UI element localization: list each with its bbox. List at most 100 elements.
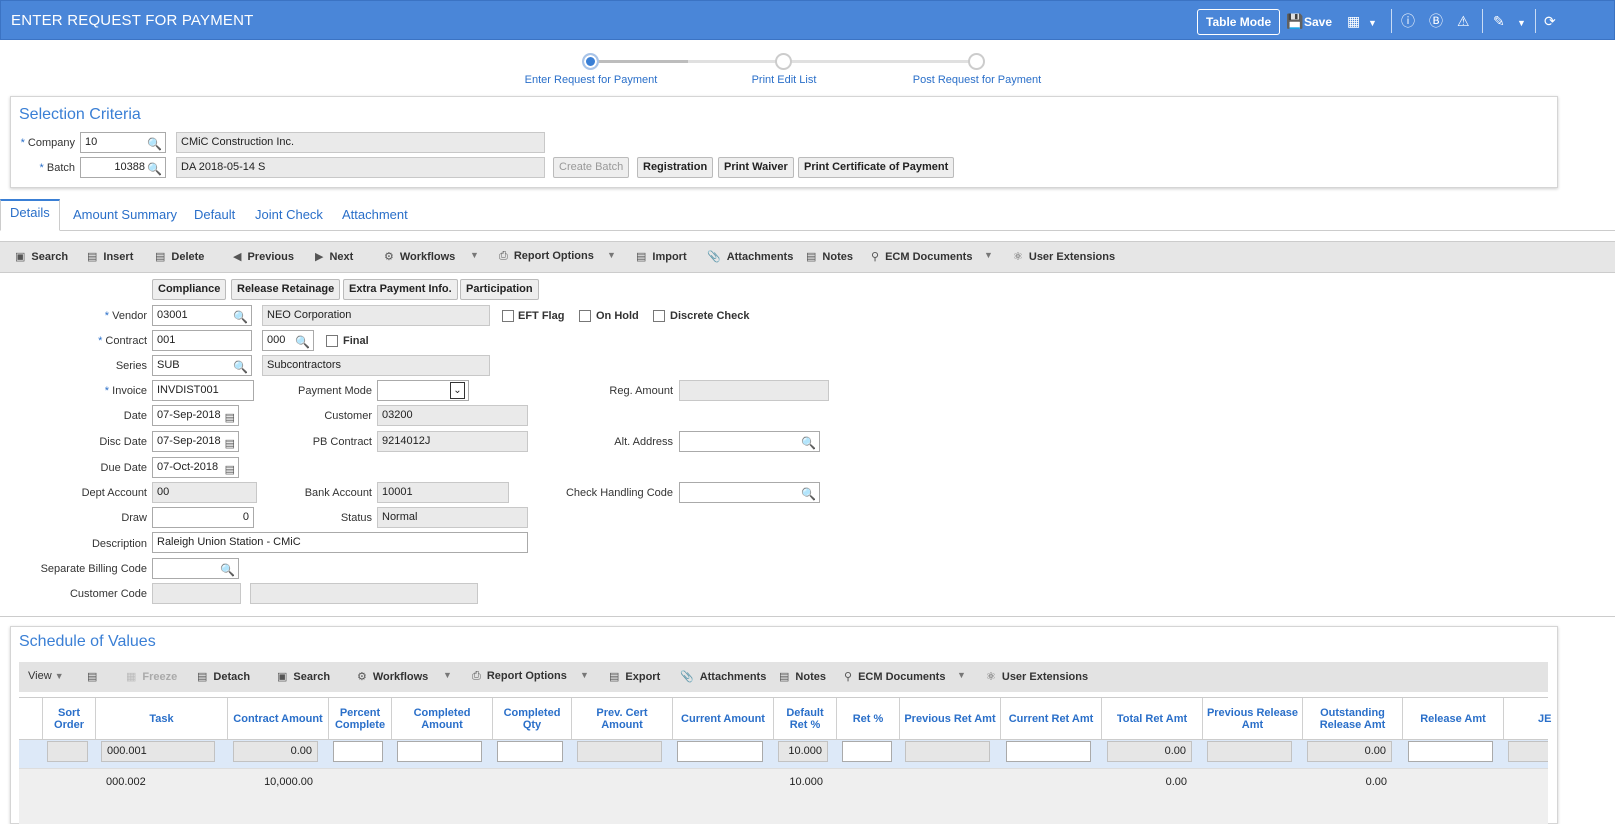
print-menu-icon[interactable]: ▦ — [1347, 13, 1360, 29]
col-current-amount[interactable]: Current Amount — [673, 698, 774, 739]
step-dot-3[interactable] — [968, 53, 985, 70]
discrete-check-checkbox[interactable] — [653, 310, 665, 322]
col-total-ret-amt[interactable]: Total Ret Amt — [1102, 698, 1203, 739]
chevron-down-icon[interactable]: ▼ — [1368, 15, 1377, 31]
chevron-down-icon[interactable]: ▼ — [984, 250, 993, 260]
current-amount-input[interactable] — [677, 741, 763, 762]
col-outstanding-release-amt[interactable]: Outstanding Release Amt — [1303, 698, 1403, 739]
notes-button[interactable]: ▤ Notes — [806, 250, 853, 263]
search-icon[interactable]: 🔍 — [147, 135, 162, 152]
calendar-icon[interactable]: ▤ — [225, 435, 235, 451]
col-previous-ret-amt[interactable]: Previous Ret Amt — [900, 698, 1001, 739]
participation-button[interactable]: Participation — [460, 279, 539, 300]
report-options-button[interactable]: ⎙ Report Options — [499, 250, 594, 263]
user-extensions-button[interactable]: ⚛ User Extensions — [1013, 250, 1115, 263]
tab-amount-summary[interactable]: Amount Summary — [73, 207, 177, 223]
on-hold-checkbox[interactable] — [579, 310, 591, 322]
freeze-button[interactable]: ▦ Freeze — [126, 670, 177, 683]
disc-date-input[interactable]: 07-Sep-2018 ▤ — [152, 431, 239, 452]
format-icon[interactable]: ▤ — [87, 670, 103, 683]
ret-pct-input[interactable] — [842, 741, 892, 762]
step-label-3[interactable]: Post Request for Payment — [877, 74, 1077, 86]
sov-notes-button[interactable]: ▤ Notes — [779, 670, 826, 683]
due-date-input[interactable]: 07-Oct-2018 ▤ — [152, 457, 239, 478]
invoice-input[interactable]: INVDIST001 — [152, 380, 254, 401]
draw-input[interactable]: 0 — [152, 507, 254, 528]
delete-button[interactable]: ▤ Delete — [155, 250, 204, 263]
series-input[interactable]: SUB 🔍 — [152, 355, 252, 376]
col-completed-amount[interactable]: Completed Amount — [392, 698, 493, 739]
col-current-ret-amt[interactable]: Current Ret Amt — [1001, 698, 1102, 739]
check-handling-input[interactable]: 🔍 — [679, 482, 820, 503]
step-label-2[interactable]: Print Edit List — [684, 74, 884, 86]
table-mode-button[interactable]: Table Mode — [1197, 9, 1281, 35]
info-icon[interactable]: ⓘ — [1401, 13, 1415, 29]
release-retainage-button[interactable]: Release Retainage — [231, 279, 341, 300]
insert-button[interactable]: ▤ Insert — [87, 250, 133, 263]
search-icon[interactable]: 🔍 — [295, 333, 310, 350]
sov-report-options-button[interactable]: ⎙ Report Options — [472, 670, 567, 683]
search-button[interactable]: ▣ Search — [15, 250, 68, 263]
date-input[interactable]: 07-Sep-2018 ▤ — [152, 405, 239, 426]
contract-input[interactable]: 001 — [152, 330, 252, 351]
search-icon[interactable]: 🔍 — [801, 485, 816, 502]
extra-payment-info-button[interactable]: Extra Payment Info. — [343, 279, 458, 300]
col-je[interactable]: JE — [1504, 698, 1551, 739]
export-button[interactable]: ▤ Export — [609, 670, 660, 683]
tab-default[interactable]: Default — [194, 207, 235, 223]
chevron-down-icon[interactable]: ▼ — [580, 670, 589, 680]
completed-amount-input[interactable] — [397, 741, 482, 762]
tab-joint-check[interactable]: Joint Check — [255, 207, 323, 223]
vendor-input[interactable]: 03001 🔍 — [152, 305, 252, 326]
sov-workflows-button[interactable]: ⚙ Workflows — [357, 670, 428, 683]
workflows-button[interactable]: ⚙ Workflows — [384, 250, 455, 263]
save-icon[interactable]: 💾 — [1286, 13, 1303, 29]
contract-sub-input[interactable]: 000 🔍 — [262, 330, 314, 351]
chevron-down-icon[interactable]: ▼ — [443, 670, 452, 680]
alt-address-input[interactable]: 🔍 — [679, 431, 820, 452]
description-input[interactable]: Raleigh Union Station - CMiC — [152, 532, 528, 553]
current-ret-amt-input[interactable] — [1006, 741, 1091, 762]
completed-qty-input[interactable] — [497, 741, 563, 762]
step-dot-2[interactable] — [775, 53, 792, 70]
col-release-amt[interactable]: Release Amt — [1403, 698, 1504, 739]
percent-complete-input[interactable] — [333, 741, 383, 762]
attachments-button[interactable]: 📎 Attachments — [707, 250, 793, 263]
create-batch-button[interactable]: Create Batch — [553, 157, 630, 178]
sov-attachments-button[interactable]: 📎 Attachments — [680, 670, 766, 683]
separate-billing-code-input[interactable]: 🔍 — [152, 558, 239, 579]
edit-icon[interactable]: ✎ — [1493, 13, 1505, 29]
chevron-down-icon[interactable]: ▼ — [1517, 15, 1526, 31]
next-button[interactable]: ▶ Next — [315, 250, 353, 263]
chevron-down-icon[interactable]: ▼ — [470, 250, 479, 260]
refresh-icon[interactable]: ⟳ — [1544, 13, 1556, 29]
chevron-down-icon[interactable]: ▼ — [607, 250, 616, 260]
save-button[interactable]: Save — [1304, 14, 1332, 30]
tab-details[interactable]: Details — [0, 199, 60, 231]
col-prev-cert-amount[interactable]: Prev. Cert Amount — [572, 698, 673, 739]
sov-ecm-documents-button[interactable]: ⚲ ECM Documents — [844, 670, 945, 683]
eft-flag-checkbox[interactable] — [502, 310, 514, 322]
chevron-down-icon[interactable]: ⌄ — [450, 382, 465, 399]
search-icon[interactable]: 🔍 — [801, 434, 816, 451]
print-waiver-button[interactable]: Print Waiver — [718, 157, 794, 178]
import-button[interactable]: ▤ Import — [636, 250, 687, 263]
calendar-icon[interactable]: ▤ — [225, 409, 235, 425]
col-completed-qty[interactable]: Completed Qty — [493, 698, 572, 739]
help-icon[interactable]: Ⓑ — [1429, 13, 1443, 29]
view-menu[interactable]: View ▼ — [28, 670, 64, 682]
tab-attachment[interactable]: Attachment — [342, 207, 408, 223]
calendar-icon[interactable]: ▤ — [225, 461, 235, 477]
search-icon[interactable]: 🔍 — [147, 160, 162, 177]
sov-search-button[interactable]: ▣ Search — [277, 670, 330, 683]
col-task[interactable]: Task — [96, 698, 228, 739]
ecm-documents-button[interactable]: ⚲ ECM Documents — [871, 250, 972, 263]
registration-button[interactable]: Registration — [637, 157, 714, 178]
release-amt-input[interactable] — [1408, 741, 1493, 762]
search-icon[interactable]: 🔍 — [233, 358, 248, 375]
search-icon[interactable]: 🔍 — [220, 561, 235, 578]
warning-icon[interactable]: ⚠ — [1457, 13, 1470, 29]
search-icon[interactable]: 🔍 — [233, 308, 248, 325]
detach-button[interactable]: ▤ Detach — [197, 670, 250, 683]
company-input[interactable]: 10 🔍 — [80, 132, 166, 153]
